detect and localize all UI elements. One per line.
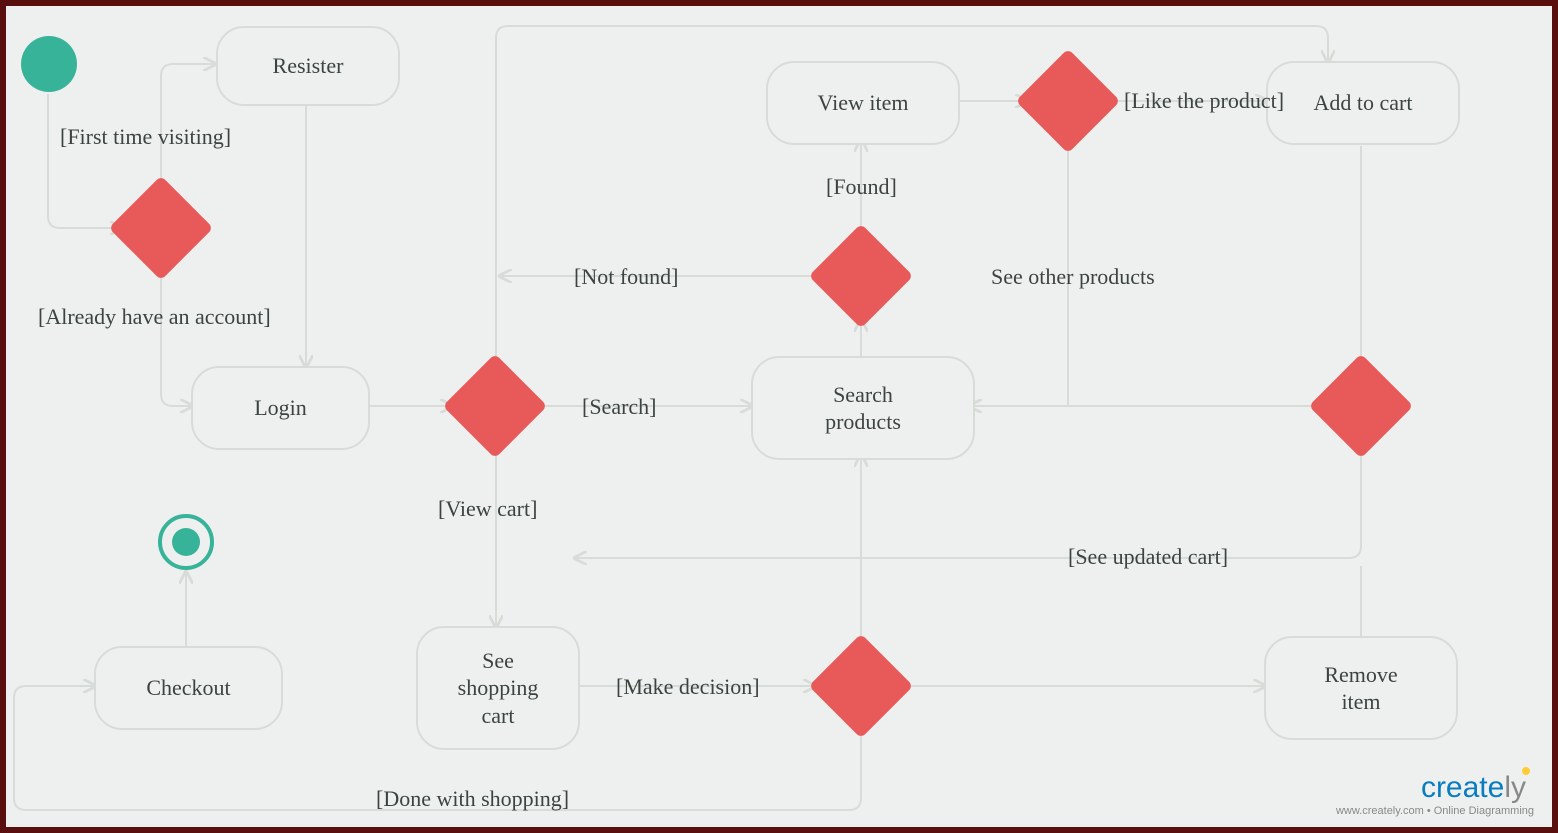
diagram-frame: Resister Login Search products View item…	[0, 0, 1558, 833]
decision-found	[809, 224, 914, 329]
edge-label-done-shopping: [Done with shopping]	[376, 786, 569, 812]
node-checkout: Checkout	[94, 646, 283, 730]
node-search-products: Search products	[751, 356, 975, 460]
edge-label-see-updated-cart: [See updated cart]	[1068, 544, 1228, 570]
edge-label-make-decision: [Make decision]	[616, 674, 760, 700]
node-register: Resister	[216, 26, 400, 106]
decision-cart	[809, 634, 914, 739]
node-label: Checkout	[146, 674, 230, 702]
edge-label-search: [Search]	[582, 394, 657, 420]
watermark-tagline: www.creately.com • Online Diagramming	[1336, 805, 1534, 817]
node-label: Search products	[825, 381, 901, 436]
edge-label-found: [Found]	[826, 174, 897, 200]
node-label: Resister	[273, 52, 344, 80]
edge-label-see-other: See other products	[991, 264, 1155, 290]
node-add-to-cart: Add to cart	[1266, 61, 1460, 145]
watermark-brand-ly: ly	[1504, 771, 1526, 804]
diagram-stage: Resister Login Search products View item…	[6, 6, 1552, 827]
bulb-icon	[1522, 767, 1530, 775]
decision-like	[1016, 49, 1121, 154]
watermark: creately www.creately.com • Online Diagr…	[1336, 771, 1534, 817]
node-label: See shopping cart	[458, 647, 539, 730]
node-see-cart: See shopping cart	[416, 626, 580, 750]
edge-label-not-found: [Not found]	[574, 264, 678, 290]
decision-first-visit	[109, 176, 214, 281]
node-remove-item: Remove item	[1264, 636, 1458, 740]
watermark-brand: creately	[1336, 771, 1534, 805]
node-label: Login	[254, 394, 307, 422]
node-login: Login	[191, 366, 370, 450]
decision-after-login	[443, 354, 548, 459]
node-label: View item	[818, 89, 909, 117]
node-view-item: View item	[766, 61, 960, 145]
end-node	[158, 514, 214, 570]
end-node-inner	[172, 528, 200, 556]
node-label: Remove item	[1324, 661, 1397, 716]
edge-label-already-have: [Already have an account]	[38, 304, 271, 330]
decision-after-add	[1309, 354, 1414, 459]
edge-label-view-cart: [View cart]	[438, 496, 537, 522]
node-label: Add to cart	[1314, 89, 1413, 117]
watermark-brand-create: create	[1421, 771, 1504, 804]
start-node	[21, 36, 77, 92]
edge-label-first-time: [First time visiting]	[60, 124, 231, 150]
edge-label-like-product: [Like the product]	[1124, 88, 1284, 114]
